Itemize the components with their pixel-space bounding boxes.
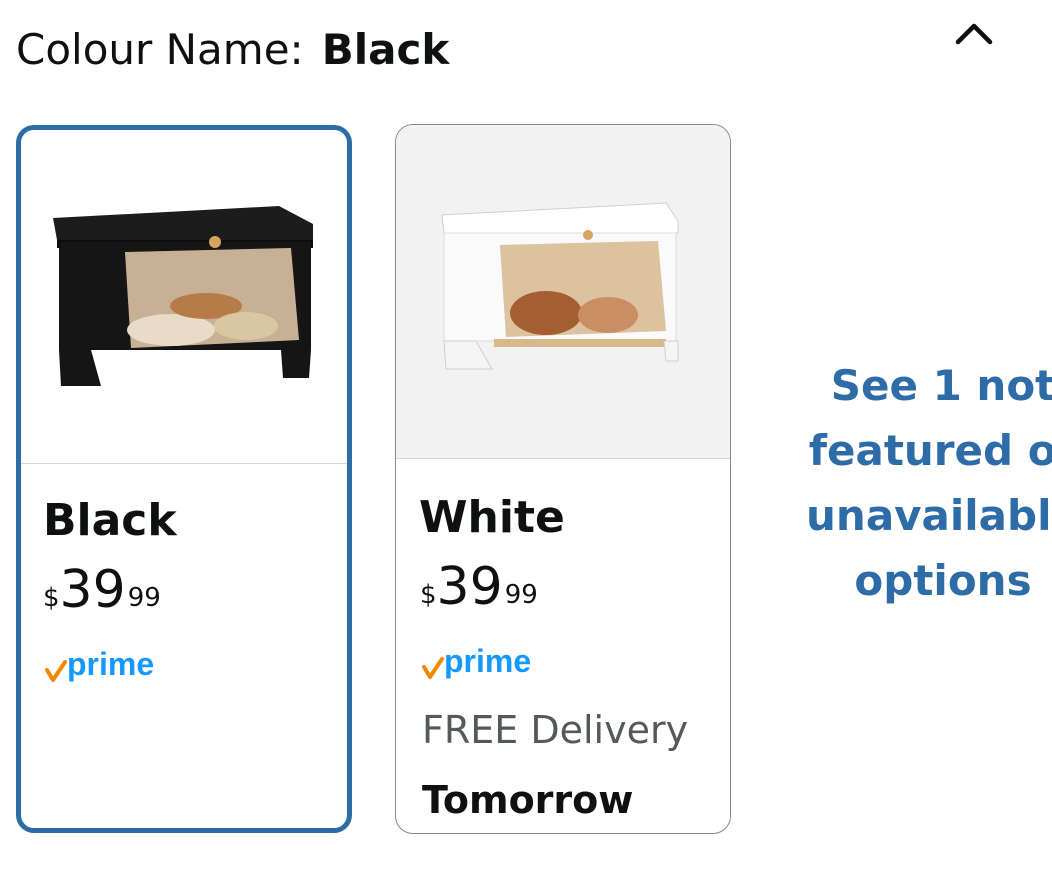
colour-option-black[interactable]: Black $3999 prime (16, 125, 352, 833)
see-more-options-link[interactable]: See 1 not featured or unavailable option… (790, 353, 1052, 613)
prime-label: prime (444, 643, 532, 679)
chevron-up-icon (955, 23, 993, 45)
product-image-white (396, 125, 730, 459)
option-name: Black (43, 495, 177, 546)
delivery-date: Tomorrow (422, 778, 634, 822)
delivery-text: FREE Delivery (422, 708, 689, 752)
colour-name-header: Colour Name: Black (16, 22, 449, 78)
selected-colour-value: Black (321, 25, 450, 74)
product-image-black (21, 130, 347, 464)
collapse-button[interactable] (948, 14, 1000, 54)
colour-option-white[interactable]: White $3999 prime FREE Delivery Tomorrow (395, 124, 731, 834)
prime-label: prime (67, 646, 155, 682)
option-name: White (419, 492, 565, 543)
colour-name-label: Colour Name: (16, 25, 304, 74)
option-price: $3999 (420, 557, 538, 617)
option-price: $3999 (43, 560, 161, 620)
